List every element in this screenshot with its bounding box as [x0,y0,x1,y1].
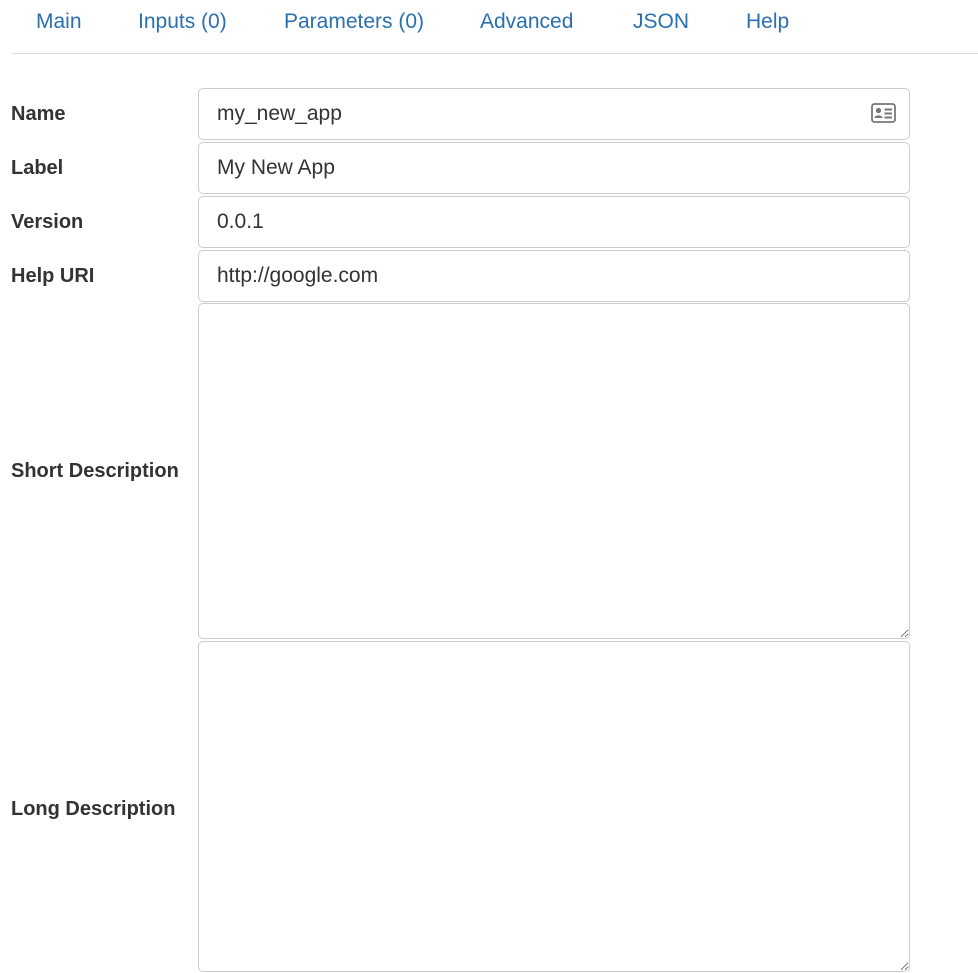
tab-json[interactable]: JSON [633,9,689,35]
short-description-label: Short Description [11,460,179,482]
tab-bar-divider [12,53,978,54]
long-description-label: Long Description [11,798,176,820]
contact-card-icon[interactable] [871,103,896,123]
tab-parameters[interactable]: Parameters (0) [284,9,424,35]
tab-advanced[interactable]: Advanced [480,9,573,35]
help-uri-label: Help URI [11,265,95,287]
tab-bar: Main Inputs (0) Parameters (0) Advanced … [0,0,978,54]
label-field[interactable] [198,142,910,194]
tab-inputs[interactable]: Inputs (0) [138,9,227,35]
short-description-field[interactable] [198,303,910,639]
help-uri-field[interactable] [198,250,910,302]
long-description-field[interactable] [198,641,910,972]
label-label: Label [11,157,64,179]
name-field[interactable] [198,88,910,140]
version-label: Version [11,211,84,233]
tab-main[interactable]: Main [36,9,82,35]
version-field[interactable] [198,196,910,248]
name-label: Name [11,103,66,125]
tab-help[interactable]: Help [746,9,789,35]
